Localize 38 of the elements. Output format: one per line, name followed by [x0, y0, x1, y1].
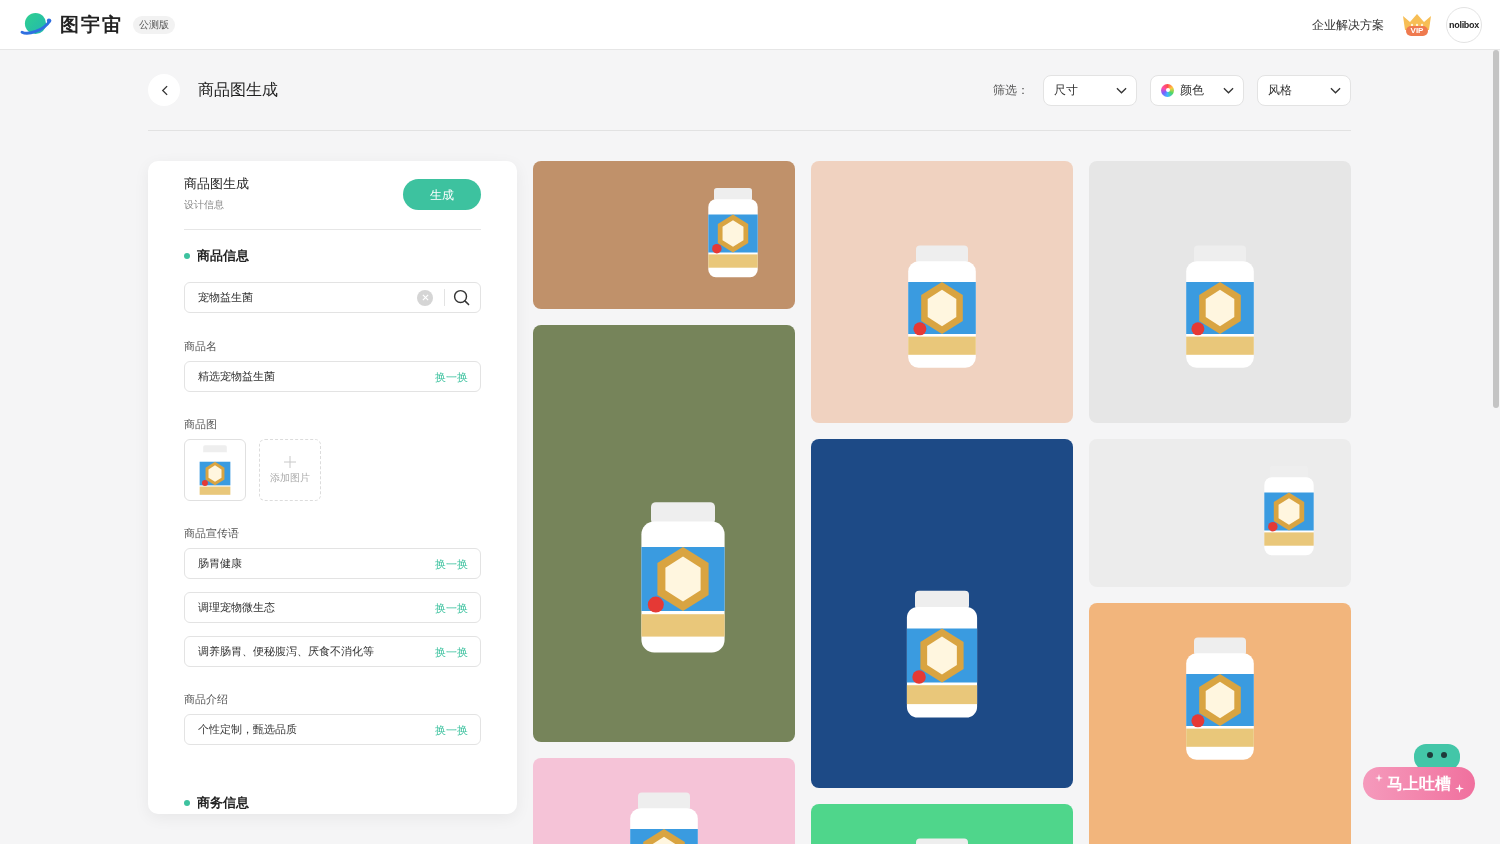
enterprise-link[interactable]: 企业解决方案 [1312, 16, 1384, 33]
logo-text[interactable]: 图宇宙 [60, 12, 123, 37]
user-avatar[interactable]: nolibox [1446, 6, 1482, 43]
beta-badge: 公测版 [133, 15, 175, 34]
field-label: 商品宣传语 [184, 526, 240, 541]
chevron-down-icon [1223, 86, 1234, 94]
field-label: 商品图 [184, 417, 218, 432]
section-dot-icon [184, 800, 190, 806]
field-label: 商品介绍 [184, 692, 229, 707]
chevron-down-icon [1116, 86, 1127, 94]
section-title: 商品信息 [197, 247, 249, 265]
search-icon [452, 289, 470, 306]
section-title: 商务信息 [197, 794, 249, 812]
plus-icon [284, 456, 296, 468]
planet-logo-icon[interactable] [18, 12, 53, 37]
search-button[interactable] [452, 288, 470, 307]
scrollbar-thumb[interactable] [1493, 50, 1499, 408]
filter-label: 筛选： [993, 82, 1029, 98]
filter-dropdown[interactable]: 风格 [1257, 74, 1351, 106]
bottle-drawing [198, 444, 232, 496]
page-title: 商品图生成 [198, 80, 278, 100]
product-poster-drawing[interactable] [811, 439, 1073, 788]
panel-subtitle: 设计信息 [184, 198, 225, 212]
filter-dropdown[interactable]: 尺寸 [1043, 74, 1137, 106]
sparkle-icon [1454, 784, 1464, 793]
color-wheel-icon [1161, 83, 1174, 97]
back-icon [160, 84, 168, 96]
robot-mascot-icon [1414, 742, 1460, 770]
panel-title: 商品图生成 [184, 175, 249, 193]
search-field[interactable]: 宠物益生菌 [184, 282, 481, 313]
sparkle-icon [1374, 773, 1383, 782]
product-thumbnail[interactable] [184, 439, 246, 501]
filter-dropdown[interactable]: 颜色 [1150, 74, 1244, 106]
section-dot-icon [184, 253, 190, 259]
chevron-down-icon [1330, 86, 1341, 94]
product-poster-drawing[interactable] [533, 325, 795, 742]
close-icon [421, 294, 429, 301]
field-label: 商品名 [184, 339, 218, 354]
